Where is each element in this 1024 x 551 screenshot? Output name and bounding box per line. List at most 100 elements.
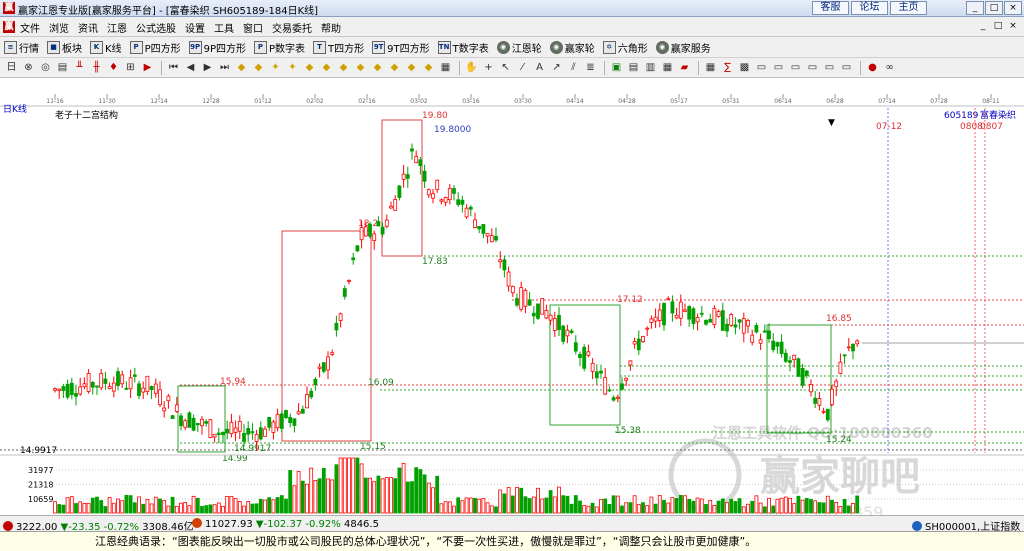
- ray-icon[interactable]: ↗: [549, 60, 564, 75]
- crosshair-icon[interactable]: +: [481, 60, 496, 75]
- kline-chart-area[interactable]: 11-16 11-30 12-14 12-28 01-12 02-02 02-16 03-02…: [0, 78, 1024, 515]
- gann-grid-icon[interactable]: ◆: [319, 60, 334, 75]
- car-icon[interactable]: ▰: [677, 60, 692, 75]
- gann-extra-icon[interactable]: ▦: [438, 60, 453, 75]
- home-link[interactable]: 主页: [890, 1, 927, 15]
- toolbar-service-button[interactable]: ◉ 赢家服务: [655, 40, 711, 55]
- gann-cycle-icon[interactable]: ◆: [387, 60, 402, 75]
- indicator-icon[interactable]: ▦: [703, 60, 718, 75]
- gann-time-icon[interactable]: ◆: [353, 60, 368, 75]
- mdi-close-button[interactable]: ×: [1006, 20, 1020, 33]
- sz-index-amount: 4846.5: [343, 519, 379, 530]
- candle-up: [82, 383, 87, 388]
- signal-icon[interactable]: ♦: [106, 60, 121, 75]
- volume-axis-label: 31977: [28, 466, 53, 475]
- candle-down: [767, 330, 771, 340]
- toolbar-winner-wheel-button[interactable]: ◉ 赢家轮: [549, 40, 595, 55]
- menu-file[interactable]: 文件: [20, 20, 40, 35]
- volume-bar: [321, 467, 326, 514]
- flag-icon[interactable]: ▶: [140, 60, 155, 75]
- forum-link[interactable]: 论坛: [851, 1, 888, 15]
- last-icon[interactable]: ⏭: [217, 60, 232, 75]
- color-icon[interactable]: ●: [865, 60, 880, 75]
- layout4-icon[interactable]: ▭: [805, 60, 820, 75]
- hand-icon[interactable]: ✋: [464, 60, 479, 75]
- print-icon[interactable]: ▥: [643, 60, 658, 75]
- gann-arc-icon[interactable]: ◆: [404, 60, 419, 75]
- candle-down: [536, 303, 540, 319]
- kline-chart[interactable]: 11-16 11-30 12-14 12-28 01-12 02-02 02-16 03-02…: [0, 78, 1024, 515]
- gann-box-icon[interactable]: ◆: [302, 60, 317, 75]
- zoom-in-icon[interactable]: ◆: [234, 60, 249, 75]
- export-icon[interactable]: ▦: [660, 60, 675, 75]
- volume-bar: [582, 505, 587, 514]
- toolbar-list-button[interactable]: ≡ 行情: [4, 40, 39, 55]
- bars-icon[interactable]: ╨: [72, 60, 87, 75]
- info-icon[interactable]: ◎: [38, 60, 53, 75]
- toolbar-t-table-button[interactable]: TN T数字表: [437, 40, 489, 55]
- toolbar-kline-button[interactable]: K K线: [90, 40, 122, 55]
- formula-icon[interactable]: ∑: [720, 60, 735, 75]
- menu-trade[interactable]: 交易委托: [272, 20, 312, 35]
- zoom-out-icon[interactable]: ◆: [251, 60, 266, 75]
- candle-icon[interactable]: ╫: [89, 60, 104, 75]
- gann-fan-icon[interactable]: ✦: [285, 60, 300, 75]
- gann-price-icon[interactable]: ◆: [370, 60, 385, 75]
- chart-view-icon[interactable]: ▣: [609, 60, 624, 75]
- toolbar-t-square-button[interactable]: T T四方形: [313, 40, 364, 55]
- close-button[interactable]: ×: [1004, 1, 1022, 15]
- draw-line-icon[interactable]: ⁄: [515, 60, 530, 75]
- fib-icon[interactable]: ≣: [583, 60, 598, 75]
- candle-up: [716, 311, 721, 317]
- gann-line-icon[interactable]: ◆: [421, 60, 436, 75]
- sz-index-value[interactable]: 11027.93: [205, 519, 253, 530]
- volume-bar: [657, 495, 662, 514]
- layout2-icon[interactable]: ▭: [771, 60, 786, 75]
- prev-bar-icon[interactable]: ◀: [183, 60, 198, 75]
- volume-bar: [641, 502, 645, 514]
- save-icon[interactable]: ▤: [626, 60, 641, 75]
- index-switch-icon[interactable]: [912, 521, 922, 531]
- toolbar-p-table-button[interactable]: P P数字表: [254, 40, 305, 55]
- tools-icon[interactable]: ▩: [737, 60, 752, 75]
- gann-square-icon[interactable]: ◆: [336, 60, 351, 75]
- customer-service-link[interactable]: 客服: [812, 1, 849, 15]
- candle-down: [103, 378, 108, 384]
- toolbar-hexagon-button[interactable]: ✡ 六角形: [602, 40, 648, 55]
- menu-browse[interactable]: 浏览: [49, 20, 69, 35]
- maximize-button[interactable]: □: [985, 1, 1003, 15]
- menu-help[interactable]: 帮助: [321, 20, 341, 35]
- cursor-icon[interactable]: ↖: [498, 60, 513, 75]
- first-icon[interactable]: ⏮: [166, 60, 181, 75]
- infinity-icon[interactable]: ∞: [882, 60, 897, 75]
- period-icon[interactable]: 日: [4, 60, 19, 75]
- menu-formula[interactable]: 公式选股: [136, 20, 176, 35]
- mdi-restore-button[interactable]: □: [991, 20, 1005, 33]
- f10-icon[interactable]: ▤: [55, 60, 70, 75]
- cycle-icon[interactable]: ⊗: [21, 60, 36, 75]
- menu-info[interactable]: 资讯: [78, 20, 98, 35]
- candle-up: [641, 336, 645, 343]
- menu-tools[interactable]: 工具: [214, 20, 234, 35]
- layout5-icon[interactable]: ▭: [822, 60, 837, 75]
- volume-bar: [317, 478, 322, 514]
- channel-icon[interactable]: ⫽: [566, 60, 581, 75]
- gann-angle-icon[interactable]: ✦: [268, 60, 283, 75]
- toolbar-9p-square-button[interactable]: 9P 9P四方形: [188, 40, 246, 55]
- layout1-icon[interactable]: ▭: [754, 60, 769, 75]
- toolbar-block-button[interactable]: ■ 板块: [47, 40, 82, 55]
- menu-window[interactable]: 窗口: [243, 20, 263, 35]
- layout3-icon[interactable]: ▭: [788, 60, 803, 75]
- next-bar-icon[interactable]: ▶: [200, 60, 215, 75]
- overlay-icon[interactable]: ⊞: [123, 60, 138, 75]
- candle-up: [657, 309, 662, 322]
- menu-settings[interactable]: 设置: [185, 20, 205, 35]
- menu-gann[interactable]: 江恩: [107, 20, 127, 35]
- text-icon[interactable]: A: [532, 60, 547, 75]
- layout6-icon[interactable]: ▭: [839, 60, 854, 75]
- toolbar-p-square-button[interactable]: P P四方形: [129, 40, 181, 55]
- minimize-button[interactable]: _: [966, 1, 984, 15]
- toolbar-gann-wheel-button[interactable]: ◉ 江恩轮: [496, 40, 542, 55]
- toolbar-9t-square-button[interactable]: 9T 9T四方形: [372, 40, 430, 55]
- mdi-minimize-button[interactable]: _: [976, 20, 990, 33]
